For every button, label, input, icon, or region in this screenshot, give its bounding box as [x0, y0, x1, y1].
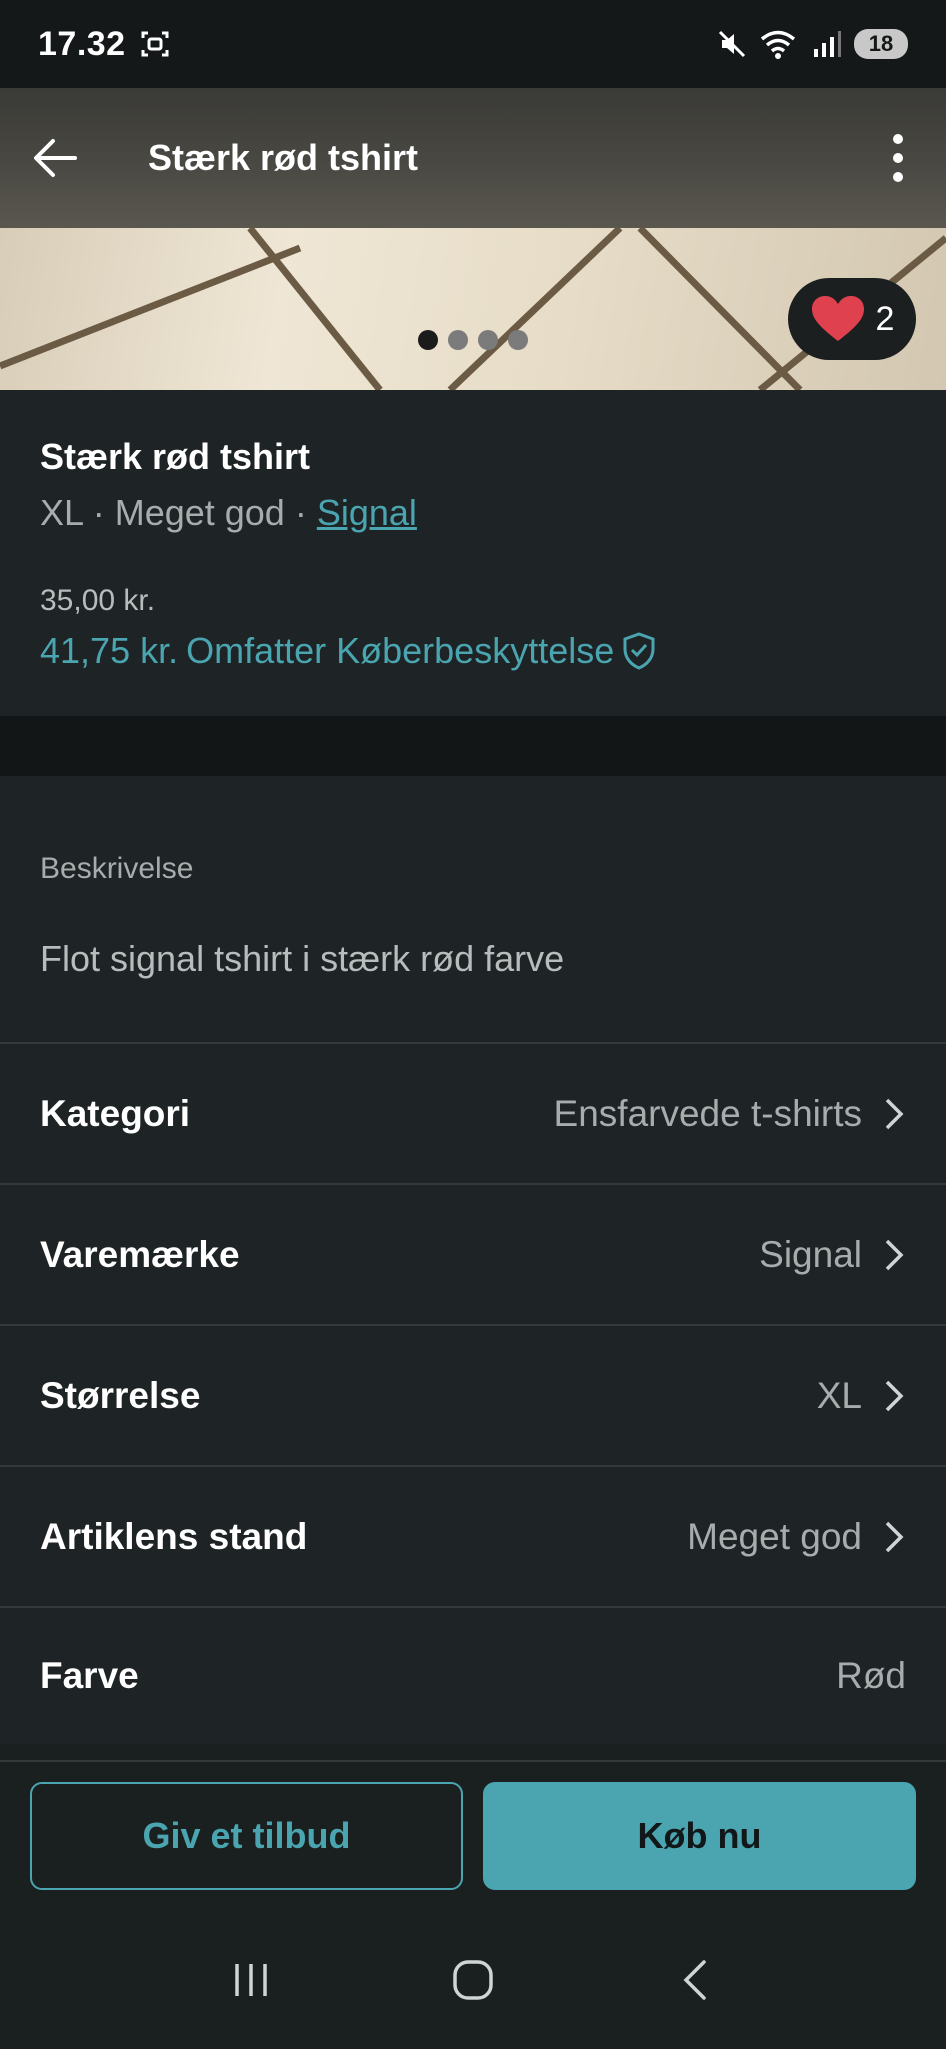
more-vertical-icon [893, 134, 903, 182]
chevron-right-icon [885, 1380, 904, 1411]
meta-separator: · [284, 492, 317, 533]
action-bar: Giv et tilbud Køb nu [0, 1760, 946, 1910]
attribute-label: Varemærke [40, 1233, 240, 1275]
attribute-list: Kategori Ensfarvede t-shirts Varemærke S… [0, 1044, 946, 1744]
item-size: XL [40, 492, 83, 533]
back-icon [683, 1959, 706, 2000]
attribute-row-brand[interactable]: Varemærke Signal [0, 1185, 946, 1326]
attribute-value: Ensfarvede t-shirts [553, 1092, 862, 1134]
favorite-button[interactable]: 2 [788, 278, 916, 360]
attribute-value: Meget god [687, 1515, 862, 1557]
item-condition: Meget god [114, 492, 285, 533]
brand-link[interactable]: Signal [317, 492, 417, 533]
description-section: Beskrivelse Flot signal tshirt i stærk r… [0, 776, 946, 1044]
heart-icon [811, 296, 864, 341]
attribute-label: Kategori [40, 1092, 191, 1134]
home-button[interactable] [433, 1940, 513, 2020]
chevron-right-icon [885, 1521, 904, 1552]
battery-indicator: 18 [854, 29, 908, 59]
attribute-row-category[interactable]: Kategori Ensfarvede t-shirts [0, 1044, 946, 1185]
status-bar: 17.32 18 [0, 0, 946, 88]
item-meta: XL · Meget god · Signal [40, 492, 906, 534]
arrow-left-icon [34, 139, 77, 177]
item-summary: Stærk rød tshirt XL · Meget god · Signal… [0, 390, 946, 716]
make-offer-button[interactable]: Giv et tilbud [30, 1782, 463, 1890]
status-time: 17.32 [38, 24, 126, 63]
product-image-gallery[interactable]: Stærk rød tshirt 2 [0, 88, 946, 390]
recent-apps-icon [235, 1963, 267, 1996]
meta-separator: · [82, 492, 115, 533]
home-icon [453, 1959, 493, 2000]
attribute-row-size[interactable]: Størrelse XL [0, 1326, 946, 1467]
attribute-value: XL [816, 1374, 862, 1416]
signal-icon [814, 31, 841, 57]
recent-apps-button[interactable] [211, 1940, 291, 2020]
chevron-right-icon [885, 1098, 904, 1129]
attribute-row-condition[interactable]: Artiklens stand Meget god [0, 1467, 946, 1608]
screenshot-icon [141, 31, 169, 57]
back-nav-button[interactable] [655, 1940, 735, 2020]
attribute-value: Rød [836, 1655, 906, 1696]
section-divider [0, 716, 946, 776]
description-text: Flot signal tshirt i stærk rød farve [40, 938, 565, 979]
gallery-dot [418, 330, 438, 350]
attribute-row-color: Farve Rød [0, 1608, 946, 1744]
description-heading: Beskrivelse [40, 852, 194, 885]
status-icons: 18 [716, 28, 908, 60]
attribute-label: Farve [40, 1655, 139, 1696]
attribute-label: Artiklens stand [40, 1515, 308, 1557]
protection-text: Omfatter Køberbeskyttelse [186, 630, 615, 671]
app-bar-title: Stærk rød tshirt [148, 137, 419, 178]
system-navigation-bar [0, 1910, 946, 2049]
total-price: 41,75 kr. [40, 630, 179, 671]
more-options-button[interactable] [878, 128, 918, 188]
buy-now-button[interactable]: Køb nu [483, 1782, 916, 1890]
chevron-right-icon [885, 1239, 904, 1270]
mute-icon [718, 30, 746, 58]
buyer-protection-price[interactable]: 41,75 kr. Omfatter Køberbeskyttelse [40, 630, 906, 672]
favorites-count: 2 [875, 299, 895, 338]
item-price: 35,00 kr. [40, 584, 156, 617]
gallery-page-indicator [418, 330, 528, 350]
attribute-value: Signal [759, 1233, 862, 1275]
gallery-dot [478, 330, 498, 350]
back-button[interactable] [28, 131, 82, 185]
wifi-icon [760, 30, 796, 59]
attribute-label: Størrelse [40, 1374, 201, 1416]
gallery-dot [508, 330, 528, 350]
shield-check-icon [623, 632, 655, 670]
app-bar: Stærk rød tshirt [0, 88, 946, 228]
item-title: Stærk rød tshirt [40, 436, 311, 477]
gallery-dot [448, 330, 468, 350]
